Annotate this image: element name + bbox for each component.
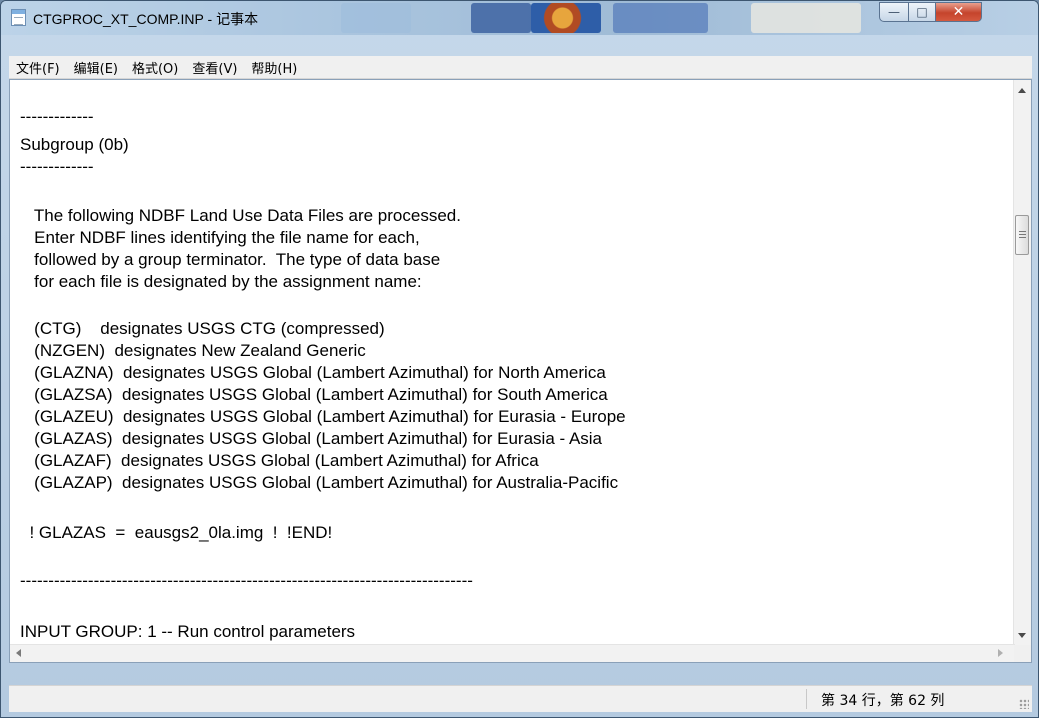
text-line: Subgroup (0b) <box>20 135 129 154</box>
notepad-window: CTGPROC_XT_COMP.INP - 记事本 — □ ✕ 文件(F) 编辑… <box>0 0 1039 718</box>
text-line: The following NDBF Land Use Data Files a… <box>20 206 461 225</box>
window-title: CTGPROC_XT_COMP.INP - 记事本 <box>33 11 259 27</box>
background-blur <box>341 3 411 33</box>
scroll-left-arrow-icon[interactable] <box>16 649 21 657</box>
minimize-button[interactable]: — <box>879 2 909 22</box>
text-line: (GLAZAP) designates USGS Global (Lambert… <box>20 473 619 492</box>
text-line: (GLAZNA) designates USGS Global (Lambert… <box>20 363 606 382</box>
text-area-frame: ------------- Subgroup (0b) ------------… <box>9 79 1032 663</box>
horizontal-scrollbar[interactable] <box>10 644 1015 662</box>
text-line: ------------- <box>20 107 94 126</box>
cursor-position: 第 34 行，第 62 列 <box>821 693 945 709</box>
menu-edit[interactable]: 编辑(E) <box>67 58 125 77</box>
background-blur <box>613 3 708 33</box>
minimize-icon: — <box>888 5 900 19</box>
text-line: ! GLAZAS = eausgs2_0la.img ! !END! <box>20 523 333 542</box>
text-line: ----------------------------------------… <box>20 571 473 590</box>
text-line: for each file is designated by the assig… <box>20 272 422 291</box>
scroll-up-arrow-icon[interactable] <box>1018 88 1026 93</box>
grip-icon <box>1019 237 1026 238</box>
close-button[interactable]: ✕ <box>935 2 982 22</box>
text-line: followed by a group terminator. The type… <box>20 250 441 269</box>
maximize-button[interactable]: □ <box>908 2 936 22</box>
menu-view[interactable]: 查看(V) <box>185 58 244 77</box>
scrollbar-corner <box>1014 645 1031 662</box>
close-icon: ✕ <box>952 4 965 20</box>
text-line: (GLAZEU) designates USGS Global (Lambert… <box>20 407 626 426</box>
text-line: Enter NDBF lines identifying the file na… <box>20 228 420 247</box>
vertical-scrollbar[interactable] <box>1013 80 1031 647</box>
text-line: (CTG) designates USGS CTG (compressed) <box>20 319 385 338</box>
text-line: (GLAZAF) designates USGS Global (Lambert… <box>20 451 539 470</box>
menu-bar: 文件(F) 编辑(E) 格式(O) 查看(V) 帮助(H) <box>9 56 1032 79</box>
background-blur <box>531 3 601 33</box>
text-editor[interactable]: ------------- Subgroup (0b) ------------… <box>20 80 1015 647</box>
scroll-right-arrow-icon[interactable] <box>998 649 1003 657</box>
text-line: (GLAZSA) designates USGS Global (Lambert… <box>20 385 608 404</box>
text-line: INPUT GROUP: 1 -- Run control parameters <box>20 622 356 641</box>
title-bar[interactable]: CTGPROC_XT_COMP.INP - 记事本 — □ ✕ <box>1 1 1038 35</box>
grip-icon <box>1019 234 1026 235</box>
scroll-down-arrow-icon[interactable] <box>1018 633 1026 638</box>
text-line: (GLAZAS) designates USGS Global (Lambert… <box>20 429 603 448</box>
menu-file[interactable]: 文件(F) <box>9 58 67 77</box>
status-bar: 第 34 行，第 62 列 <box>9 685 1032 712</box>
grip-icon <box>1019 231 1026 232</box>
text-line: ------------- <box>20 157 94 176</box>
menu-format[interactable]: 格式(O) <box>125 58 185 77</box>
vertical-scroll-thumb[interactable] <box>1015 215 1029 255</box>
notepad-icon[interactable] <box>11 9 26 26</box>
resize-grip-icon[interactable] <box>1019 699 1029 709</box>
maximize-icon: □ <box>916 5 928 19</box>
status-divider <box>806 689 807 709</box>
background-blur <box>471 3 531 33</box>
text-line: (NZGEN) designates New Zealand Generic <box>20 341 366 360</box>
menu-help[interactable]: 帮助(H) <box>244 58 304 77</box>
background-blur <box>751 3 861 33</box>
